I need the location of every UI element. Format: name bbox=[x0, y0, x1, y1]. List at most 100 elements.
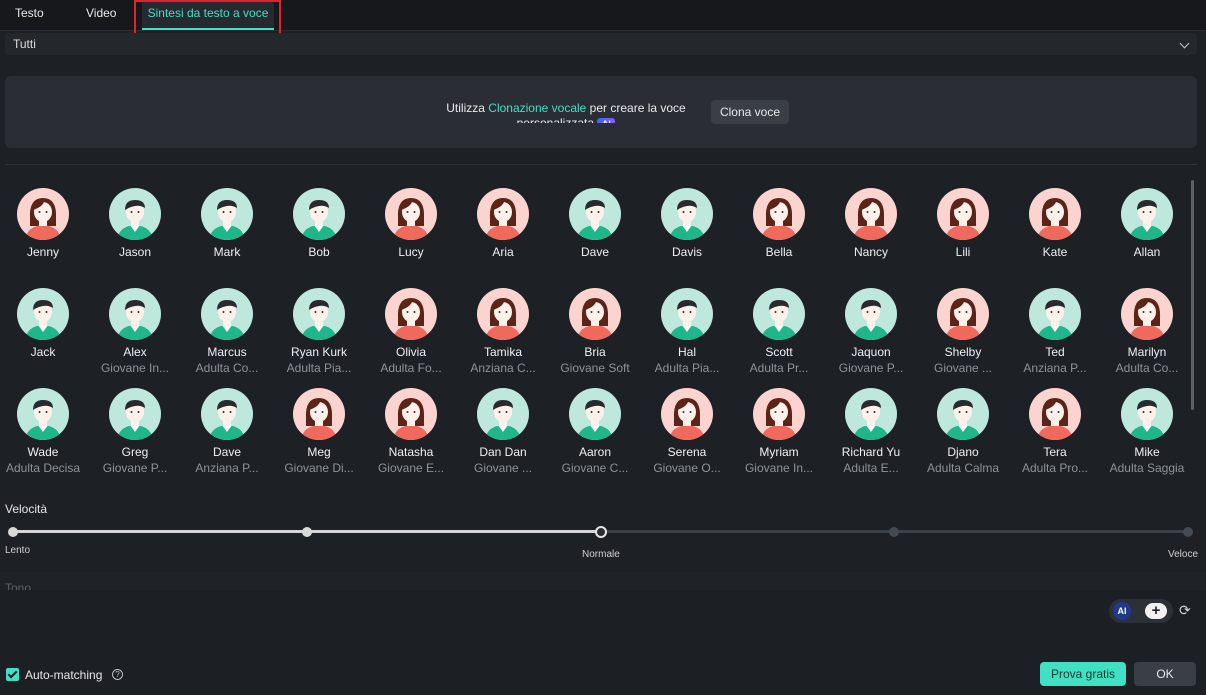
voice-card[interactable]: Hal Adulta Pia... bbox=[641, 288, 733, 375]
voice-name: Jaquon bbox=[851, 345, 891, 359]
voice-description: Anziana C... bbox=[470, 361, 536, 375]
voice-description: Giovane E... bbox=[377, 461, 445, 475]
speed-slider-tick[interactable] bbox=[889, 526, 900, 537]
female-avatar-icon bbox=[477, 188, 529, 240]
voice-card[interactable]: Shelby Giovane ... bbox=[917, 288, 1009, 375]
voice-card[interactable]: Dave Anziana P... bbox=[181, 388, 273, 475]
voice-card[interactable]: Lucy bbox=[365, 188, 457, 259]
voice-card[interactable]: Jaquon Giovane P... bbox=[825, 288, 917, 375]
voice-card[interactable]: Aaron Giovane C... bbox=[549, 388, 641, 475]
speed-slider-thumb[interactable] bbox=[594, 525, 607, 538]
voice-card[interactable]: Marilyn Adulta Co... bbox=[1101, 288, 1193, 375]
voice-description: Giovane C... bbox=[561, 461, 629, 475]
ai-icon[interactable]: AI bbox=[1113, 602, 1131, 620]
voice-card[interactable]: Meg Giovane Di... bbox=[273, 388, 365, 475]
voice-card[interactable]: Nancy bbox=[825, 188, 917, 259]
voice-card[interactable]: Wade Adulta Decisa bbox=[0, 388, 89, 475]
voice-card[interactable]: Richard Yu Adulta E... bbox=[825, 388, 917, 475]
voice-card[interactable]: Jason bbox=[89, 188, 181, 259]
male-avatar-icon bbox=[109, 188, 161, 240]
voice-name: Djano bbox=[947, 445, 979, 459]
voice-card[interactable]: Myriam Giovane In... bbox=[733, 388, 825, 475]
voice-description: Giovane O... bbox=[653, 461, 721, 475]
voice-name: Kate bbox=[1042, 245, 1068, 259]
voice-card[interactable]: Natasha Giovane E... bbox=[365, 388, 457, 475]
voice-card[interactable]: Bria Giovane Soft bbox=[549, 288, 641, 375]
speed-slider-tick[interactable] bbox=[8, 526, 18, 537]
auto-matching-label: Auto-matching bbox=[25, 668, 103, 682]
voice-name: Ryan Kurk bbox=[290, 345, 348, 359]
voice-name: Wade bbox=[27, 445, 59, 459]
voice-name: Alex bbox=[123, 345, 147, 359]
voice-name: Lili bbox=[955, 245, 971, 259]
try-free-button[interactable]: Prova gratis bbox=[1040, 662, 1126, 686]
voice-card[interactable]: Tera Adulta Pro... bbox=[1009, 388, 1101, 475]
refresh-icon[interactable]: ⟳ bbox=[1179, 602, 1193, 618]
voice-card[interactable]: Tamika Anziana C... bbox=[457, 288, 549, 375]
female-avatar-icon bbox=[937, 288, 989, 340]
voice-description: Giovane ... bbox=[473, 461, 533, 475]
voice-description: Adulta Decisa bbox=[5, 461, 81, 475]
voice-description: Adulta Pro... bbox=[1021, 461, 1089, 475]
male-avatar-icon bbox=[845, 288, 897, 340]
voice-card[interactable]: Djano Adulta Calma bbox=[917, 388, 1009, 475]
voice-name: Bria bbox=[584, 345, 606, 359]
voice-name: Meg bbox=[307, 445, 331, 459]
female-avatar-icon bbox=[385, 188, 437, 240]
voice-card[interactable]: Olivia Adulta Fo... bbox=[365, 288, 457, 375]
male-avatar-icon bbox=[293, 188, 345, 240]
voice-description: Giovane Soft bbox=[560, 361, 630, 375]
voice-name: Jack bbox=[30, 345, 56, 359]
speed-slider-tick[interactable] bbox=[1183, 526, 1193, 537]
voice-name: Tera bbox=[1043, 445, 1067, 459]
voice-card[interactable]: Jack bbox=[0, 288, 89, 359]
male-avatar-icon bbox=[201, 288, 253, 340]
voice-name: Scott bbox=[765, 345, 793, 359]
voice-description: Adulta Co... bbox=[1115, 361, 1179, 375]
voice-card[interactable]: Mark bbox=[181, 188, 273, 259]
voice-name: Richard Yu bbox=[841, 445, 901, 459]
voice-card[interactable]: Marcus Adulta Co... bbox=[181, 288, 273, 375]
help-icon[interactable]: ? bbox=[112, 669, 123, 680]
voice-card[interactable]: Mike Adulta Saggia bbox=[1101, 388, 1193, 475]
voice-name: Aria bbox=[492, 245, 514, 259]
voice-name: Marcus bbox=[207, 345, 247, 359]
voice-card[interactable]: Aria bbox=[457, 188, 549, 259]
male-avatar-icon bbox=[661, 288, 713, 340]
voice-name: Marilyn bbox=[1127, 345, 1167, 359]
voice-name: Allan bbox=[1133, 245, 1161, 259]
voice-name: Aaron bbox=[578, 445, 612, 459]
female-avatar-icon bbox=[1029, 388, 1081, 440]
male-avatar-icon bbox=[201, 388, 253, 440]
ok-button[interactable]: OK bbox=[1134, 662, 1196, 686]
voice-card[interactable]: Allan bbox=[1101, 188, 1193, 259]
add-icon[interactable]: + bbox=[1145, 603, 1167, 619]
voice-description: Adulta Fo... bbox=[380, 361, 442, 375]
voice-card[interactable]: Dave bbox=[549, 188, 641, 259]
male-avatar-icon bbox=[569, 388, 621, 440]
voice-card[interactable]: Serena Giovane O... bbox=[641, 388, 733, 475]
voice-card[interactable]: Bob bbox=[273, 188, 365, 259]
voice-card[interactable]: Davis bbox=[641, 188, 733, 259]
voice-card[interactable]: Greg Giovane P... bbox=[89, 388, 181, 475]
female-avatar-icon bbox=[1121, 288, 1173, 340]
voice-card[interactable]: Jenny bbox=[0, 188, 89, 259]
voice-name: Bella bbox=[765, 245, 793, 259]
voice-grid-scrollbar[interactable] bbox=[1191, 180, 1194, 410]
speed-mid-label: Normale bbox=[582, 549, 620, 560]
voice-card[interactable]: Kate bbox=[1009, 188, 1101, 259]
voice-card[interactable]: Lili bbox=[917, 188, 1009, 259]
voice-card[interactable]: Scott Adulta Pr... bbox=[733, 288, 825, 375]
auto-matching-checkbox[interactable] bbox=[6, 668, 19, 681]
voice-card[interactable]: Alex Giovane In... bbox=[89, 288, 181, 375]
voice-card[interactable]: Bella bbox=[733, 188, 825, 259]
voice-card[interactable]: Dan Dan Giovane ... bbox=[457, 388, 549, 475]
male-avatar-icon bbox=[17, 388, 69, 440]
speed-max-label: Veloce bbox=[1168, 549, 1199, 560]
speed-label: Velocità bbox=[5, 502, 48, 516]
bottom-panel bbox=[0, 590, 1206, 695]
speed-slider-tick[interactable] bbox=[301, 526, 312, 537]
female-avatar-icon bbox=[753, 188, 805, 240]
voice-card[interactable]: Ted Anziana P... bbox=[1009, 288, 1101, 375]
voice-card[interactable]: Ryan Kurk Adulta Pia... bbox=[273, 288, 365, 375]
